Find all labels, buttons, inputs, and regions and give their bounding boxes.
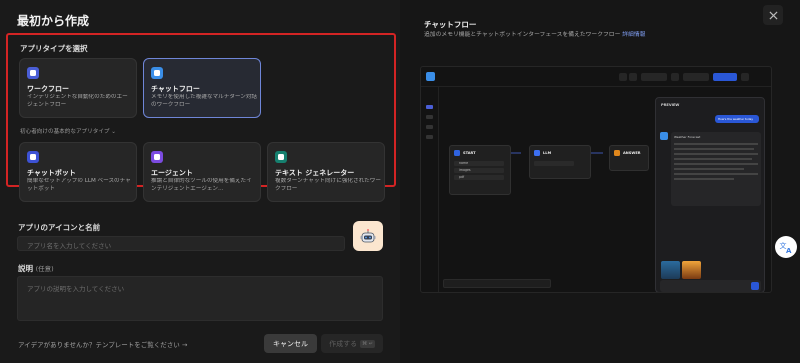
app-name-placeholder: アプリ名を入力してください [27,242,112,250]
app-type-card-chatbot[interactable]: チャットボット 簡単なセットアップの LLM ベースのチャットボット [19,142,137,202]
app-description-placeholder: アプリの説明を入力してください [27,285,125,293]
app-icon-picker[interactable] [353,221,383,251]
create-button[interactable]: 作成する ⌘ ↵ [321,334,383,353]
translate-button[interactable]: 文 A [775,236,797,258]
preview-desc: 追加のメモリ機能とチャットボットインターフェースを備えたワークフロー 詳細情報 [424,31,664,40]
svg-text:A: A [786,247,792,254]
wf-text-line [674,173,758,175]
app-type-card-text-generator[interactable]: テキスト ジェネレーター 複数ターンチャット向けに強化されたワークフロー [267,142,385,202]
text-generator-icon [275,151,287,163]
wf-node-llm: LLM [529,145,591,179]
wf-preview-title: PREVIEW [661,103,680,107]
app-description-input[interactable]: アプリの説明を入力してください [17,276,383,321]
chatflow-icon [151,67,163,79]
beginner-app-types-toggle[interactable]: 初心者向けの基本的なアプリタイプ ⌄ [20,127,116,135]
workflow-icon [27,67,39,79]
page-title: 最初から作成 [17,14,90,28]
create-shortcut-hint: ⌘ ↵ [360,339,375,348]
card-title: チャットフロー [151,85,200,93]
card-desc: 推論と自律的なツールの使用を備えたインテリジェントエージェン… [151,178,252,192]
app-type-label: アプリタイプを選択 [20,44,88,53]
name-field-label: アプリのアイコンと名前 [18,223,101,232]
wf-start-var-label: images [459,168,471,172]
llm-node-icon [534,150,540,156]
app-type-section: アプリタイプを選択 ワークフロー インテリジェントな自動化のためのエージェントフ… [6,33,396,202]
wf-text-line [674,168,744,170]
wf-node-head: START [454,150,476,156]
preview-title: チャットフロー [424,20,477,29]
card-title: ワークフロー [27,85,69,93]
workflow-preview-screenshot: START name images pdf LLM ANSWER PREVIEW… [420,66,772,293]
cancel-button[interactable]: キャンセル [264,334,317,353]
wf-start-var: name [454,161,504,166]
wf-node-head: LLM [534,150,551,156]
wf-start-var-label: pdf [459,175,465,179]
app-name-input[interactable]: アプリ名を入力してください [17,236,345,251]
wf-node-start: START name images pdf [449,145,511,195]
wf-node-title: START [463,151,476,155]
wf-text-line [674,153,758,155]
chatbot-icon [27,151,39,163]
wf-chat-preview: PREVIEW How's the weather today Weather … [655,97,765,292]
wf-node-answer: ANSWER [609,145,649,171]
wf-image-thumb [661,261,680,279]
wf-text-line [674,148,754,150]
wf-start-var-label: name [459,161,469,165]
wf-bot-avatar [660,132,668,140]
create-button-label: 作成する [329,339,358,348]
robot-icon [360,229,376,243]
desc-optional-text: (任意) [35,265,54,273]
close-icon [768,10,778,20]
app-type-card-workflow[interactable]: ワークフロー インテリジェントな自動化のためのエージェントフロー [19,58,137,118]
wf-text-line [674,158,752,160]
desc-label-text: 説明 [18,264,33,273]
wf-user-bubble: How's the weather today [715,115,759,123]
card-title: エージェント [151,169,193,177]
wf-text-line [674,163,758,165]
wf-bottom-toolbar [443,279,551,288]
wf-start-var: images [454,168,504,173]
wf-chat-input [660,280,761,292]
preview-panel: チャットフロー 追加のメモリ機能とチャットボットインターフェースを備えたワークフ… [400,0,800,363]
wf-image-thumb [682,261,701,279]
wf-text-line [674,143,758,145]
wf-text-line [674,178,734,180]
card-title: チャットボット [27,169,76,177]
wf-bot-bubble: Weather Forecast [671,132,761,206]
learn-more-link[interactable]: 詳細情報 [622,32,645,38]
create-app-panel: 最初から作成 アプリタイプを選択 ワークフロー インテリジェントな自動化のための… [0,0,400,363]
card-desc: メモリを使用した複雑なマルチターン対話のワークフロー [151,94,257,108]
app-type-card-chatflow[interactable]: チャットフロー メモリを使用した複雑なマルチターン対話のワークフロー [143,58,261,118]
wf-user-msg: How's the weather today [718,117,753,121]
preview-desc-text: 追加のメモリ機能とチャットボットインターフェースを備えたワークフロー [424,32,621,38]
wf-llm-model [534,161,574,166]
wf-node-title: LLM [543,151,552,155]
wf-node-head: ANSWER [614,150,641,156]
app-type-card-agent[interactable]: エージェント 推論と自律的なツールの使用を備えたインテリジェントエージェン… [143,142,261,202]
agent-icon [151,151,163,163]
answer-node-icon [614,150,620,156]
wf-bot-name: Weather Forecast [674,135,701,139]
card-desc: インテリジェントな自動化のためのエージェントフロー [27,94,128,108]
start-node-icon [454,150,460,156]
translate-icon: 文 A [780,241,793,254]
close-button[interactable] [763,5,783,25]
card-title: テキスト ジェネレーター [275,169,355,177]
desc-field-label: 説明 (任意) [18,263,54,274]
card-desc: 複数ターンチャット向けに強化されたワークフロー [275,178,381,192]
wf-start-var: pdf [454,175,504,180]
wf-send-icon [751,282,759,290]
template-link[interactable]: アイデアがありませんか？テンプレートをご覧ください → [18,339,187,349]
wf-node-title: ANSWER [623,151,641,155]
card-desc: 簡単なセットアップの LLM ベースのチャットボット [27,178,131,192]
